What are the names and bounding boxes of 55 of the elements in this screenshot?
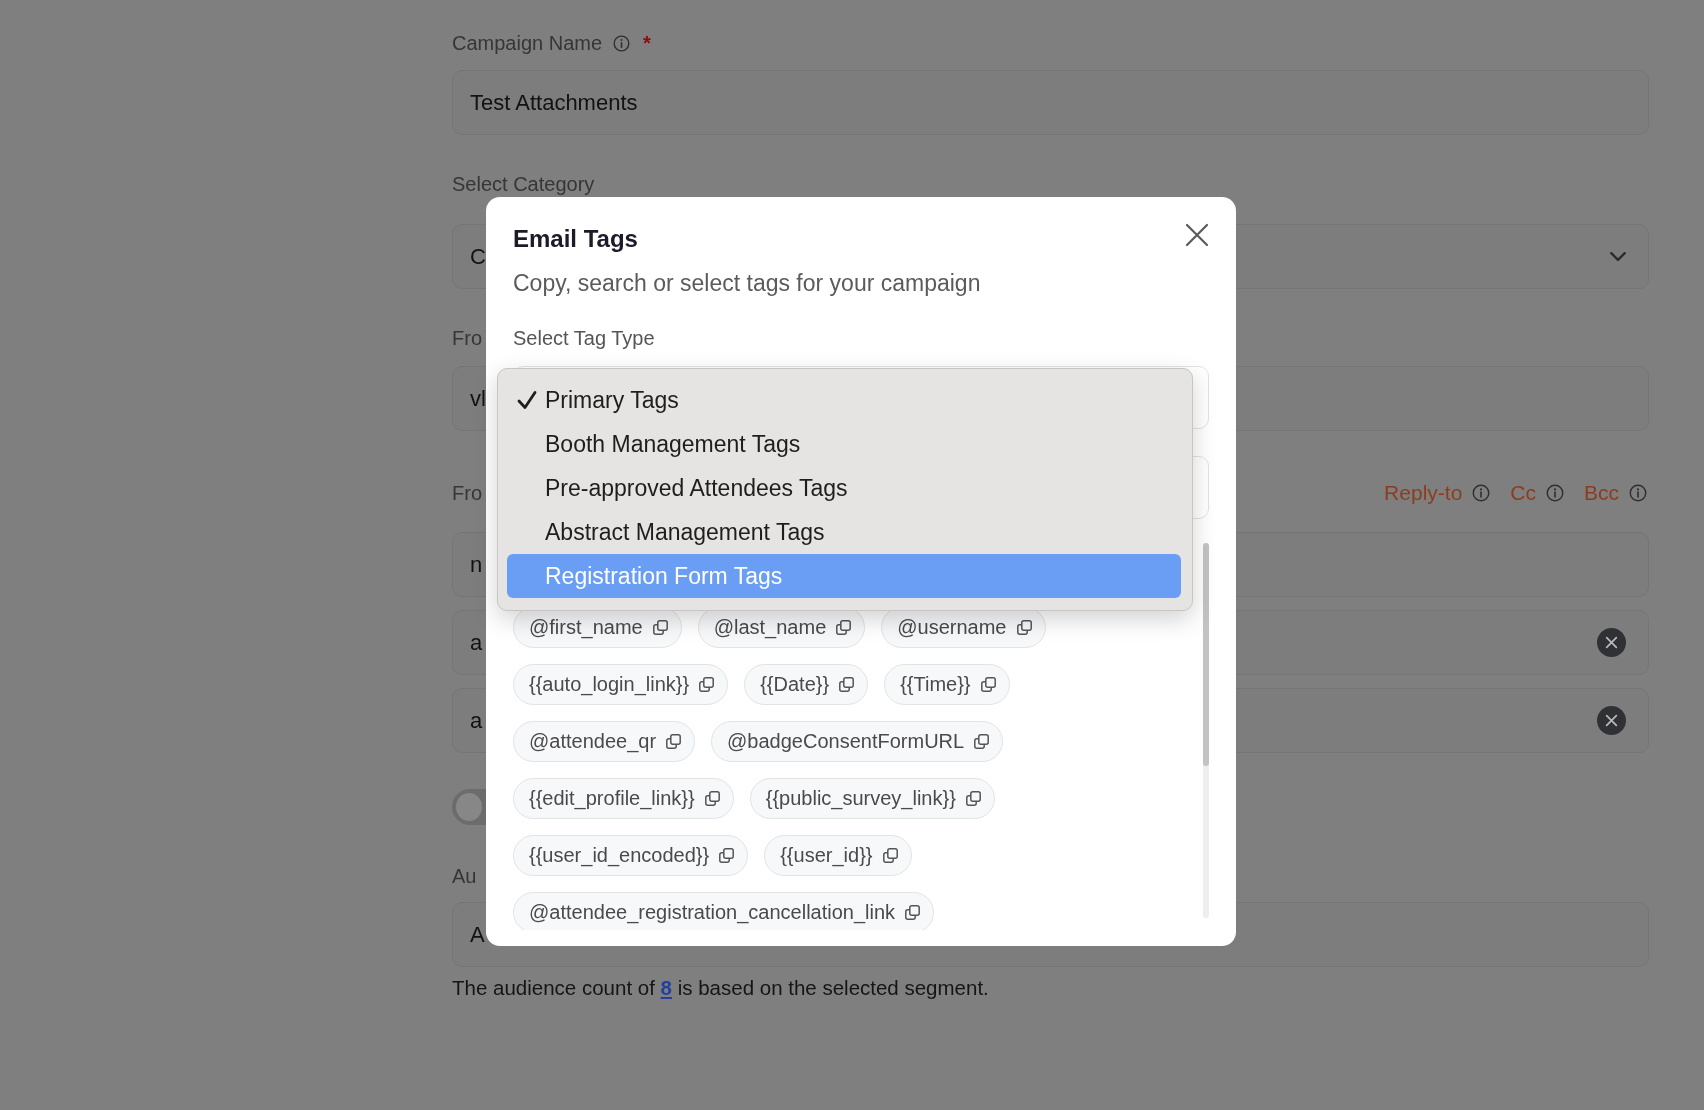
tag-chip[interactable]: {{Time}}: [884, 664, 1010, 705]
field-label: Fro: [452, 481, 482, 505]
tag-chip[interactable]: @badgeConsentFormURL: [711, 721, 1004, 762]
audience-count-note: The audience count of 8 is based on the selected segment.: [452, 976, 989, 1000]
remove-icon[interactable]: [1597, 628, 1626, 657]
tag-chip[interactable]: {{public_survey_link}}: [749, 778, 995, 819]
field-label: Au: [452, 864, 477, 888]
dialog-title: Email Tags: [513, 225, 638, 253]
field-value: C: [470, 243, 486, 270]
copy-icon[interactable]: [836, 620, 852, 635]
info-icon: [1472, 484, 1491, 502]
menu-item[interactable]: Pre-approved Attendees Tags: [507, 466, 1181, 510]
copy-icon[interactable]: [974, 734, 990, 749]
copy-icon[interactable]: [905, 905, 921, 920]
tag-chip[interactable]: {{Date}}: [744, 664, 869, 705]
tag-chip[interactable]: {{user_id_encoded}}: [513, 835, 749, 876]
info-icon: [1629, 484, 1647, 502]
menu-item[interactable]: Booth Management Tags: [507, 422, 1181, 466]
menu-item[interactable]: Primary Tags: [507, 378, 1181, 422]
copy-icon[interactable]: [882, 848, 898, 863]
field-label: Select Tag Type: [513, 326, 655, 350]
field-value: a: [470, 707, 483, 734]
chevron-down-icon: [1610, 252, 1626, 261]
copy-icon[interactable]: [699, 677, 715, 692]
dialog-subtitle: Copy, search or select tags for your campaign: [513, 270, 981, 296]
scrollbar[interactable]: [1203, 543, 1209, 918]
required-mark: *: [643, 31, 651, 55]
info-icon: [613, 34, 631, 52]
copy-icon[interactable]: [719, 848, 735, 863]
field-label: Campaign Name: [452, 31, 603, 55]
field-value: n: [470, 551, 483, 578]
field-value: a: [470, 629, 483, 656]
scrollbar-thumb[interactable]: [1203, 543, 1209, 766]
field-value: vl: [470, 385, 486, 412]
toggle-switch[interactable]: [452, 789, 486, 825]
text-field[interactable]: Test Attachments: [452, 70, 1649, 135]
copy-icon[interactable]: [652, 620, 668, 635]
close-icon[interactable]: [1185, 223, 1209, 247]
tag-chip[interactable]: @attendee_registration_cancellation_link: [513, 892, 935, 930]
info-icon: [1546, 484, 1564, 502]
tag-chip[interactable]: @attendee_qr: [513, 721, 696, 762]
field-label: Select Category: [452, 172, 595, 196]
copy-icon[interactable]: [965, 791, 981, 806]
remove-icon[interactable]: [1597, 706, 1626, 735]
field-label: Fro: [452, 326, 482, 350]
copy-icon[interactable]: [839, 677, 855, 692]
field-value: A: [470, 921, 485, 948]
copy-icon[interactable]: [980, 677, 996, 692]
copy-icon[interactable]: [704, 791, 720, 806]
copy-icon[interactable]: [666, 734, 682, 749]
menu-item[interactable]: Abstract Management Tags: [507, 510, 1181, 554]
tag-chip[interactable]: {{auto_login_link}}: [513, 664, 729, 705]
tag-chip[interactable]: {{user_id}}: [764, 835, 912, 876]
copy-icon[interactable]: [1016, 620, 1032, 635]
tag-chip[interactable]: {{edit_profile_link}}: [513, 778, 734, 819]
